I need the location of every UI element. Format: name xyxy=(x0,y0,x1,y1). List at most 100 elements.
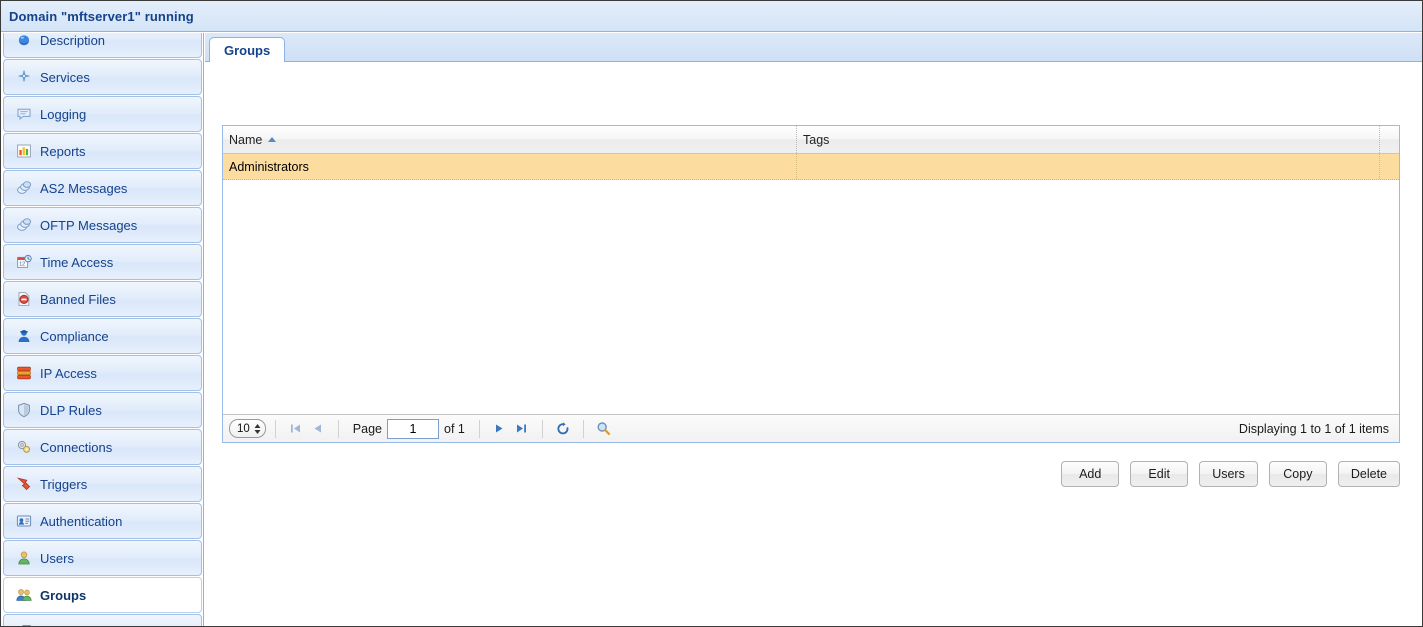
column-header-name[interactable]: Name xyxy=(223,126,797,153)
sidebar-item-users[interactable]: Users xyxy=(3,540,202,576)
copy-button[interactable]: Copy xyxy=(1268,461,1327,487)
previous-page-button[interactable] xyxy=(307,419,329,439)
sidebar-item-label: OFTP Messages xyxy=(40,217,138,233)
refresh-button[interactable] xyxy=(552,419,574,439)
sidebar-item-label: Services xyxy=(40,69,90,85)
sidebar-item-label: Reports xyxy=(40,143,86,159)
column-header-scroll-gutter xyxy=(1380,126,1399,153)
main-content: Groups Name Tags Administrators 10 Page … xyxy=(205,33,1422,626)
tab-panel-groups: Name Tags Administrators 10 Page 1 of 1 … xyxy=(205,62,1422,626)
compliance-icon xyxy=(16,328,33,345)
groups-icon xyxy=(16,587,33,604)
toolbar-separator xyxy=(274,419,276,438)
sidebar-item-label: AS2 Messages xyxy=(40,180,128,196)
sidebar-item-banned-files[interactable]: Banned Files xyxy=(3,281,202,317)
cell-gutter xyxy=(1380,154,1399,179)
column-header-tags[interactable]: Tags xyxy=(797,126,1380,153)
sidebar-item-label: IP Access xyxy=(40,365,97,381)
grid-header-row: Name Tags xyxy=(223,126,1399,154)
sidebar-item-groups[interactable]: Groups xyxy=(3,577,202,613)
tab-groups[interactable]: Groups xyxy=(209,37,286,63)
as2-messages-icon xyxy=(16,180,33,197)
delete-button[interactable]: Delete xyxy=(1337,461,1400,487)
sidebar-nav-list: Description Services Logging Reports AS2 Mes… xyxy=(1,33,203,626)
next-page-button[interactable] xyxy=(489,419,511,439)
time-access-icon: 12 xyxy=(16,254,33,271)
sidebar-item-label: Logging xyxy=(40,106,87,122)
dlp-rules-icon xyxy=(16,402,33,419)
toolbar-separator xyxy=(541,419,543,438)
edit-button[interactable]: Edit xyxy=(1130,461,1189,487)
cell-name: Administrators xyxy=(223,154,797,179)
sidebar-item-ip-access[interactable]: IP Access xyxy=(3,355,202,391)
connections-icon xyxy=(16,439,33,456)
svg-text:12: 12 xyxy=(19,261,25,267)
ip-access-icon xyxy=(16,365,33,382)
users-icon xyxy=(16,550,33,567)
sort-ascending-icon xyxy=(268,137,277,142)
sidebar-item-compliance[interactable]: Compliance xyxy=(3,318,202,354)
page-size-select[interactable]: 10 xyxy=(229,419,266,438)
last-page-icon xyxy=(517,424,527,433)
sidebar-item-time-access[interactable]: 12 Time Access xyxy=(3,244,202,280)
paging-toolbar: 10 Page 1 of 1 Displaying 1 to 1 of 1 it… xyxy=(223,414,1399,442)
status-header: Domain "mftserver1" running xyxy=(1,1,1422,32)
sidebar-item-triggers[interactable]: Triggers xyxy=(3,466,202,502)
reports-icon xyxy=(16,143,33,160)
grid-body: Administrators xyxy=(223,154,1399,415)
sidebar-item-authentication[interactable]: Authentication xyxy=(3,503,202,539)
chevron-updown-icon xyxy=(254,423,261,435)
sidebar-item-description[interactable]: Description xyxy=(3,33,202,58)
logging-icon xyxy=(16,106,33,123)
sidebar-item-network-storage[interactable]: Network Storage xyxy=(3,614,202,626)
toolbar-separator xyxy=(582,419,584,438)
next-page-icon xyxy=(496,424,503,433)
sidebar-item-label: Description xyxy=(40,33,106,48)
column-header-name-label: Name xyxy=(229,132,263,147)
tab-groups-label: Groups xyxy=(224,43,271,58)
action-button-bar: Add Edit Users Copy Delete xyxy=(222,461,1400,487)
oftp-messages-icon xyxy=(16,217,33,234)
users-button[interactable]: Users xyxy=(1199,461,1258,487)
page-size-value: 10 xyxy=(237,422,250,435)
search-icon xyxy=(597,422,611,436)
paging-status: Displaying 1 to 1 of 1 items xyxy=(1238,421,1389,436)
sidebar-item-label: Authentication xyxy=(40,513,123,529)
sidebar-item-label: Banned Files xyxy=(40,291,116,307)
application-window: Domain "mftserver1" running Description S… xyxy=(0,0,1423,627)
column-header-tags-label: Tags xyxy=(803,132,830,147)
previous-page-icon xyxy=(314,424,322,433)
triggers-icon xyxy=(16,476,33,493)
sidebar-item-dlp-rules[interactable]: DLP Rules xyxy=(3,392,202,428)
groups-grid: Name Tags Administrators 10 Page 1 of 1 … xyxy=(222,125,1400,443)
sidebar-item-label: Triggers xyxy=(40,476,88,492)
page-number-input[interactable] xyxy=(387,418,439,439)
sidebar-item-services[interactable]: Services xyxy=(3,59,202,95)
sidebar-item-connections[interactable]: Connections xyxy=(3,429,202,465)
add-button[interactable]: Add xyxy=(1061,461,1120,487)
sidebar-item-reports[interactable]: Reports xyxy=(3,133,202,169)
description-icon xyxy=(16,33,33,49)
sidebar-item-oftp-messages[interactable]: OFTP Messages xyxy=(3,207,202,243)
refresh-icon xyxy=(557,421,569,434)
sidebar-item-label: Compliance xyxy=(40,328,109,344)
sidebar-item-logging[interactable]: Logging xyxy=(3,96,202,132)
page-title: Domain "mftserver1" running xyxy=(9,8,194,24)
sidebar-item-label: Users xyxy=(40,550,74,566)
sidebar-item-label: Connections xyxy=(40,439,113,455)
table-row[interactable]: Administrators xyxy=(223,154,1399,180)
page-label: Page xyxy=(352,421,382,436)
sidebar: Description Services Logging Reports AS2 Mes… xyxy=(1,33,204,626)
network-storage-icon xyxy=(16,624,33,626)
search-button[interactable] xyxy=(593,419,615,439)
sidebar-item-label: Time Access xyxy=(40,254,114,270)
tab-bar: Groups xyxy=(205,33,1422,63)
cell-tags xyxy=(797,154,1380,179)
sidebar-item-label: Groups xyxy=(40,587,87,603)
sidebar-item-as2-messages[interactable]: AS2 Messages xyxy=(3,170,202,206)
first-page-button[interactable] xyxy=(285,419,307,439)
toolbar-separator xyxy=(478,419,480,438)
services-icon xyxy=(16,69,33,86)
toolbar-separator xyxy=(337,419,339,438)
last-page-button[interactable] xyxy=(511,419,533,439)
